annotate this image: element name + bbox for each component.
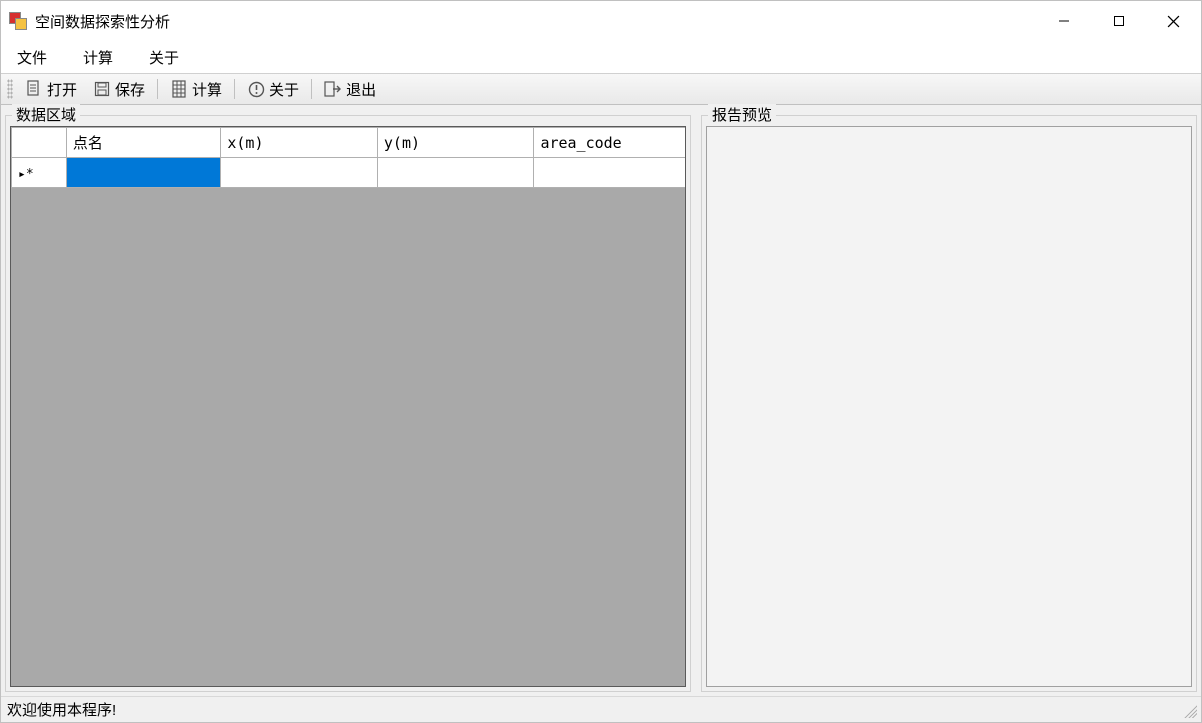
datagrid-container: 点名 x(m) y(m) area_code ▸*	[10, 126, 686, 687]
save-button[interactable]: 保存	[87, 77, 151, 102]
report-preview-panel[interactable]	[706, 126, 1192, 687]
maximize-icon	[1113, 15, 1125, 27]
about-label: 关于	[269, 79, 299, 100]
cell-x[interactable]	[221, 158, 378, 188]
exit-button[interactable]: 退出	[318, 77, 382, 102]
data-area-label: 数据区域	[12, 104, 80, 125]
datagrid-header-row: 点名 x(m) y(m) area_code	[12, 128, 687, 158]
status-message: 欢迎使用本程序!	[7, 699, 116, 720]
compute-label: 计算	[192, 79, 222, 100]
cell-y[interactable]	[377, 158, 534, 188]
menubar: 文件 计算 关于	[1, 41, 1201, 73]
statusbar: 欢迎使用本程序!	[1, 696, 1201, 722]
app-window: 空间数据探索性分析 文件 计算 关于 打开	[0, 0, 1202, 723]
open-button[interactable]: 打开	[19, 77, 83, 102]
datagrid-new-row[interactable]: ▸*	[12, 158, 687, 188]
column-header-y[interactable]: y(m)	[377, 128, 534, 158]
exit-icon	[324, 80, 342, 98]
toolbar-separator	[234, 79, 235, 99]
menu-compute[interactable]: 计算	[77, 43, 119, 72]
close-button[interactable]	[1146, 1, 1201, 41]
about-icon	[247, 80, 265, 98]
compute-button[interactable]: 计算	[164, 77, 228, 102]
save-label: 保存	[115, 79, 145, 100]
window-title: 空间数据探索性分析	[35, 11, 170, 32]
about-button[interactable]: 关于	[241, 77, 305, 102]
maximize-button[interactable]	[1091, 1, 1146, 41]
minimize-icon	[1058, 15, 1070, 27]
data-area-groupbox: 数据区域 点名 x(m) y(m) area_code	[5, 115, 691, 692]
datagrid-corner[interactable]	[12, 128, 67, 158]
column-header-x[interactable]: x(m)	[221, 128, 378, 158]
close-icon	[1167, 15, 1180, 28]
report-preview-label: 报告预览	[708, 104, 776, 125]
cell-point-name[interactable]	[66, 158, 221, 188]
new-row-glyph: ▸*	[18, 167, 34, 182]
exit-label: 退出	[346, 79, 376, 100]
size-grip[interactable]	[1181, 702, 1197, 718]
window-controls	[1036, 1, 1201, 41]
cell-area-code[interactable]	[534, 158, 686, 188]
toolbar-separator	[311, 79, 312, 99]
minimize-button[interactable]	[1036, 1, 1091, 41]
main-area: 数据区域 点名 x(m) y(m) area_code	[1, 105, 1201, 696]
open-label: 打开	[47, 79, 77, 100]
open-icon	[25, 80, 43, 98]
row-header-new[interactable]: ▸*	[12, 158, 67, 188]
titlebar-left: 空间数据探索性分析	[9, 11, 170, 32]
toolbar-separator	[157, 79, 158, 99]
column-header-area-code[interactable]: area_code	[534, 128, 686, 158]
app-icon	[9, 12, 27, 30]
column-header-point-name[interactable]: 点名	[66, 128, 221, 158]
titlebar: 空间数据探索性分析	[1, 1, 1201, 41]
datagrid[interactable]: 点名 x(m) y(m) area_code ▸*	[11, 127, 686, 188]
menu-file[interactable]: 文件	[11, 43, 53, 72]
save-icon	[93, 80, 111, 98]
compute-icon	[170, 80, 188, 98]
report-preview-groupbox: 报告预览	[701, 115, 1197, 692]
toolbar-grip	[7, 79, 13, 99]
report-preview-inner	[706, 126, 1192, 687]
data-area-inner: 点名 x(m) y(m) area_code ▸*	[10, 126, 686, 687]
toolbar: 打开 保存 计算 关于 退出	[1, 73, 1201, 105]
menu-about[interactable]: 关于	[143, 43, 185, 72]
